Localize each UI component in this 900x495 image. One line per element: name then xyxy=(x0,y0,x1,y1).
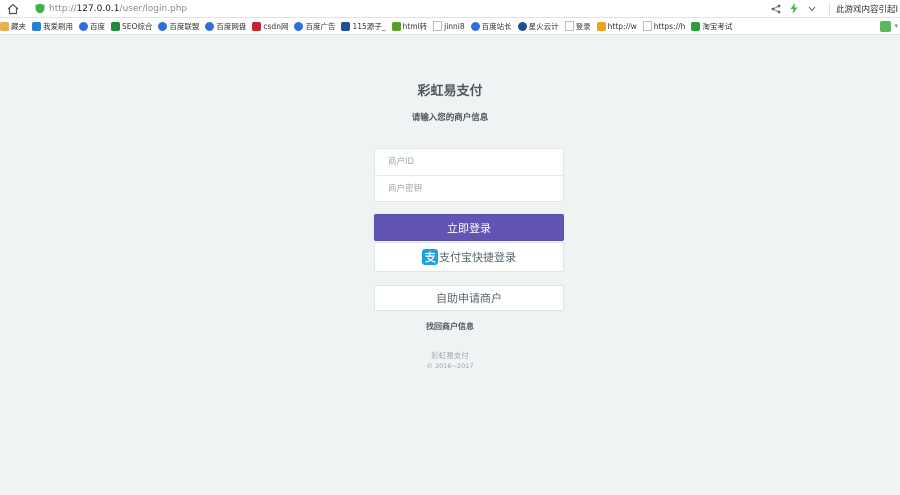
home-icon[interactable] xyxy=(6,2,20,16)
bookmark-label: 百度广告 xyxy=(305,21,336,31)
taobao-icon xyxy=(691,21,701,31)
bookmark-item[interactable]: 星火云计 xyxy=(517,21,559,32)
bookmark-item[interactable]: 我爱刷用 xyxy=(32,21,73,32)
bookmark-item[interactable]: 115源子_ xyxy=(341,21,386,32)
check-icon xyxy=(391,21,401,31)
address-bar: http://127.0.0.1/user/login.php 此游戏内容引起I xyxy=(0,0,900,18)
baidu-paw-icon xyxy=(294,21,304,31)
baidu-paw-icon xyxy=(158,21,168,31)
extension-icon[interactable] xyxy=(880,20,892,32)
bookmark-item[interactable]: 百度联盟 xyxy=(158,21,199,32)
footer-copyright: © 2016~2017 xyxy=(426,362,474,370)
bookmark-label: jinni8 xyxy=(444,21,465,31)
bookmark-label: 百度网盘 xyxy=(216,21,247,31)
bookmark-item[interactable]: 百度 xyxy=(79,21,105,32)
bookmark-item[interactable]: 藏夹 xyxy=(0,21,26,32)
page-icon xyxy=(564,21,574,31)
cloud-icon xyxy=(205,21,215,31)
bookmark-label: 星火云计 xyxy=(528,21,559,31)
bookmark-item[interactable]: csdn网 xyxy=(252,21,288,32)
login-form xyxy=(374,148,564,202)
bookmark-label: 淘宝考试 xyxy=(702,21,733,31)
apply-merchant-button[interactable]: 自助申请商户 xyxy=(374,285,564,311)
bookmark-label: 我爱刷用 xyxy=(43,21,73,31)
bookmark-item[interactable]: 百度网盘 xyxy=(205,21,246,32)
baidu-paw-icon xyxy=(79,21,88,31)
bookmark-label: http://w xyxy=(607,21,637,31)
bookmark-label: 115源子_ xyxy=(352,21,386,31)
merchant-key-input[interactable] xyxy=(375,176,563,202)
csdn-icon xyxy=(252,21,262,31)
bookmark-item[interactable]: 淘宝考试 xyxy=(691,21,732,32)
bookmark-label: html转 xyxy=(402,21,428,31)
find-merchant-link[interactable]: 找回商户信息 xyxy=(0,321,900,332)
page-icon xyxy=(642,21,652,31)
bookmark-label: 登录 xyxy=(575,21,591,31)
folder-icon xyxy=(0,21,9,31)
alipay-icon xyxy=(422,249,438,265)
bookmark-item[interactable]: 百度站长 xyxy=(470,21,512,32)
url-field[interactable]: http://127.0.0.1/user/login.php xyxy=(49,4,187,14)
bookmarks-bar: 藏夹 我爱刷用 百度 SEO综合 百度联盟 百度网盘 csdn网 百度广告 115源子_ html… xyxy=(0,18,900,35)
page-title: 彩虹易支付 xyxy=(417,84,483,99)
page-icon xyxy=(433,21,443,31)
shield-icon xyxy=(34,3,45,14)
page-subtitle: 请输入您的商户信息 xyxy=(411,113,489,123)
divider xyxy=(828,2,830,15)
bookmark-item[interactable]: html转 xyxy=(391,21,428,32)
bookmark-item[interactable]: 百度广告 xyxy=(294,21,335,32)
five-icon xyxy=(341,21,351,31)
baidu-paw-icon xyxy=(470,21,480,31)
login-button[interactable]: 立即登录 xyxy=(374,214,564,241)
seo-icon xyxy=(111,21,120,31)
bookmark-label: https://h xyxy=(653,21,686,31)
bookmark-label: 藏夹 xyxy=(11,21,26,31)
search-box[interactable]: 此游戏内容引起I xyxy=(836,3,898,15)
bookmark-item[interactable]: jinni8 xyxy=(433,21,465,31)
bookmark-item[interactable]: SEO综合 xyxy=(111,21,152,32)
chevron-down-icon[interactable] xyxy=(806,3,818,15)
bookmark-label: SEO综合 xyxy=(122,21,153,31)
bookmark-label: 百度联盟 xyxy=(169,21,200,31)
merchant-id-input[interactable] xyxy=(375,149,563,175)
eye-icon xyxy=(517,21,527,31)
bookmark-item[interactable]: https://h xyxy=(642,21,686,31)
bookmark-label: 百度 xyxy=(90,21,105,31)
a-icon xyxy=(32,21,41,31)
lightning-icon[interactable] xyxy=(788,3,800,15)
flame-icon xyxy=(596,21,606,31)
alipay-button-label: 支付宝快捷登录 xyxy=(439,251,516,264)
bookmark-item[interactable]: 登录 xyxy=(564,21,591,32)
share-icon[interactable] xyxy=(770,3,782,15)
bookmark-label: 百度站长 xyxy=(481,21,512,31)
bookmark-label: csdn网 xyxy=(263,21,289,31)
alipay-login-button[interactable]: 支付宝快捷登录 xyxy=(374,242,564,272)
footer-brand: 彩虹易支付 xyxy=(431,351,469,360)
bookmark-item[interactable]: http://w xyxy=(596,21,637,31)
chevron-down-icon[interactable]: ▾ xyxy=(894,22,898,30)
